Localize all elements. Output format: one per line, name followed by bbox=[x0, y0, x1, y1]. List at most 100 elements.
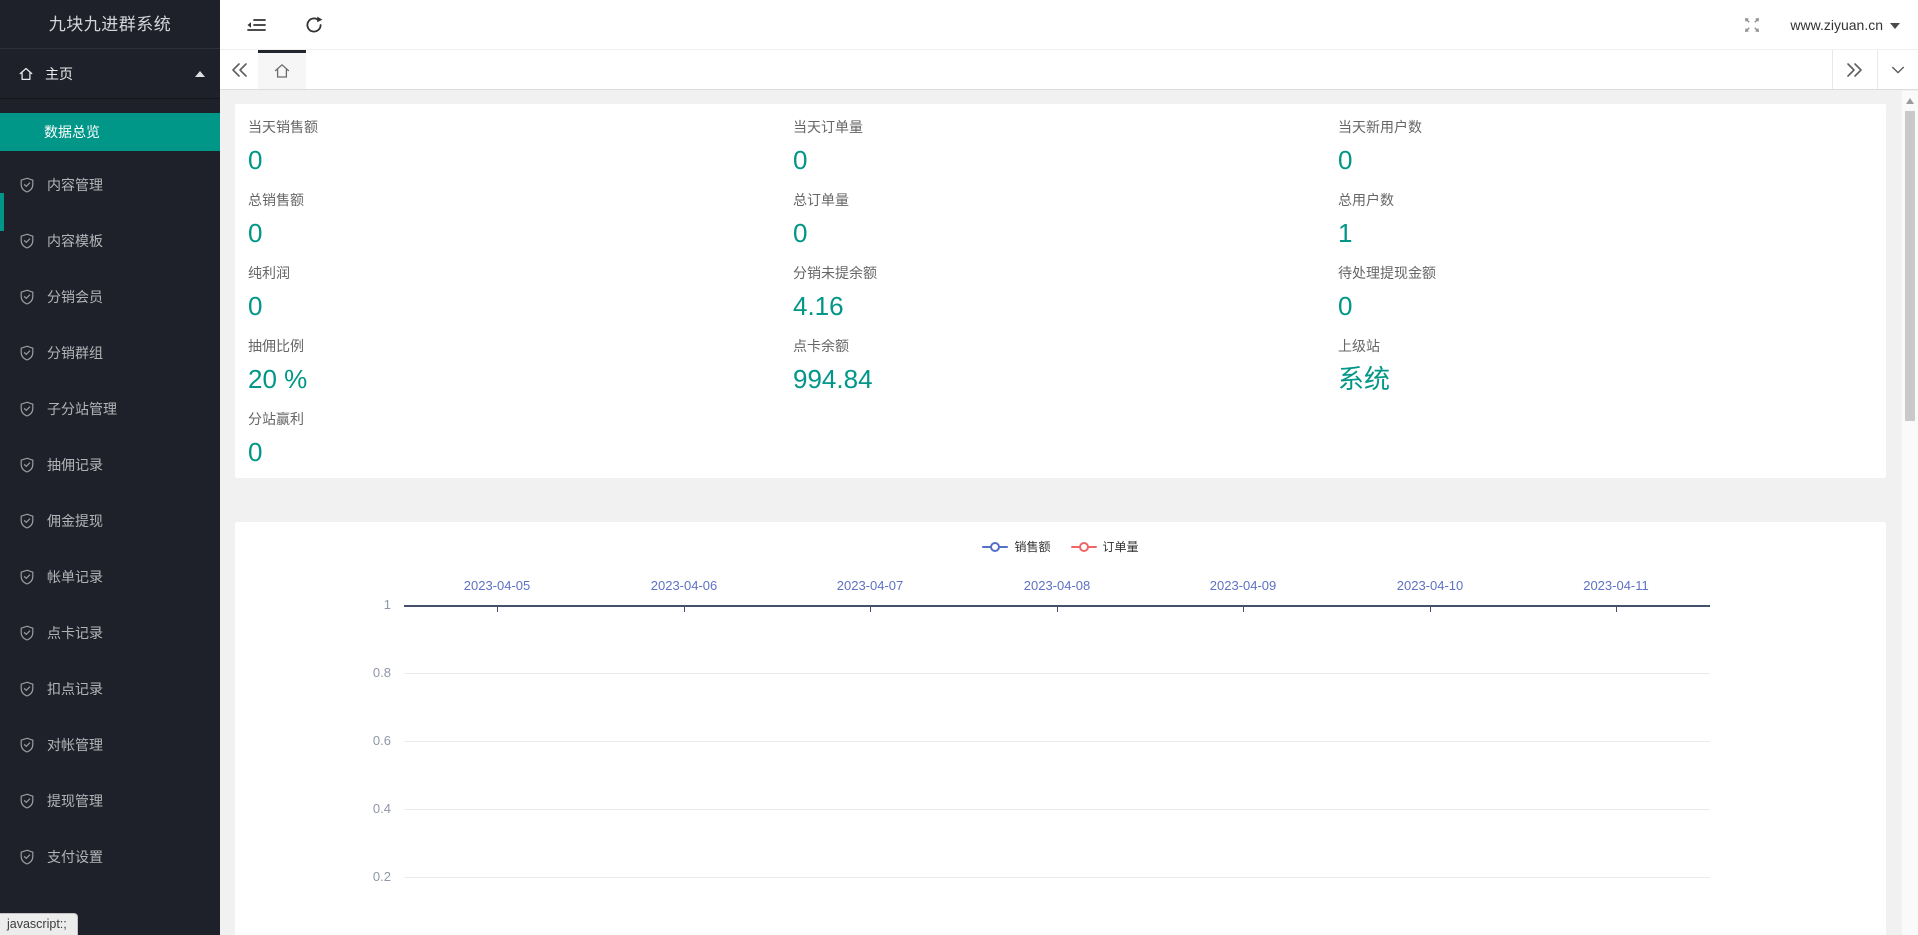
sidebar-item-home[interactable]: 主页 bbox=[0, 49, 220, 99]
sidebar-item[interactable]: 内容模板 bbox=[0, 213, 220, 269]
shield-check-icon bbox=[19, 457, 35, 473]
x-axis-label: 2023-04-05 bbox=[464, 578, 531, 593]
x-axis-label: 2023-04-09 bbox=[1210, 578, 1277, 593]
tab-home[interactable] bbox=[258, 50, 306, 89]
sidebar-item[interactable]: 分销群组 bbox=[0, 325, 220, 381]
sidebar-item[interactable]: 提现管理 bbox=[0, 773, 220, 829]
sidebar-item[interactable]: 帐单记录 bbox=[0, 549, 220, 605]
sidebar-item[interactable]: 佣金提现 bbox=[0, 493, 220, 549]
stat-today-new-users: 当天新用户数 0 bbox=[1338, 117, 1838, 190]
status-bar-link-preview: javascript:; bbox=[0, 913, 78, 935]
stat-commission-rate: 抽佣比例 20 % bbox=[248, 336, 748, 409]
sidebar-item[interactable]: 点卡记录 bbox=[0, 605, 220, 661]
sidebar-item[interactable]: 支付设置 bbox=[0, 829, 220, 885]
stat-today-orders: 当天订单量 0 bbox=[793, 117, 1293, 190]
chevron-down-icon bbox=[1890, 63, 1906, 77]
tab-bar bbox=[220, 50, 1918, 90]
top-navbar: www.ziyuan.cn bbox=[220, 0, 1918, 50]
stat-net-profit: 纯利润 0 bbox=[248, 263, 748, 336]
y-axis-label: 0.4 bbox=[347, 800, 391, 818]
stat-card-balance: 点卡余额 994.84 bbox=[793, 336, 1293, 409]
sidebar-item[interactable]: 对帐管理 bbox=[0, 717, 220, 773]
x-axis-label: 2023-04-07 bbox=[837, 578, 904, 593]
axis-tick bbox=[1057, 607, 1058, 612]
stat-pending-withdrawal: 待处理提现金额 0 bbox=[1338, 263, 1838, 336]
line-marker-icon bbox=[982, 542, 1008, 552]
app-title: 九块九进群系统 bbox=[0, 0, 220, 49]
shield-check-icon bbox=[19, 849, 35, 865]
y-axis-label: 0.8 bbox=[347, 664, 391, 682]
shield-check-icon bbox=[19, 177, 35, 193]
app-window: 九块九进群系统 主页 数据总览 内容管理 内容模板 分销会员 分销群组 子分站管… bbox=[0, 0, 1918, 935]
axis-tick bbox=[684, 607, 685, 612]
collapse-caret-icon[interactable] bbox=[195, 71, 205, 77]
shield-check-icon bbox=[19, 737, 35, 753]
sidebar-item[interactable]: 分销会员 bbox=[0, 269, 220, 325]
stats-column-2: 当天订单量 0 总订单量 0 分销未提余额 4.16 点卡余额 994.84 bbox=[793, 117, 1293, 409]
legend-item-orders[interactable]: 订单量 bbox=[1071, 538, 1139, 555]
stat-substation-profit: 分站赢利 0 bbox=[248, 409, 748, 482]
sidebar-item-data-overview[interactable]: 数据总览 bbox=[0, 113, 220, 151]
refresh-button[interactable] bbox=[292, 0, 336, 50]
gridline bbox=[404, 673, 1710, 674]
chart-legend: 销售额 订单量 bbox=[235, 538, 1886, 555]
domain-dropdown[interactable]: www.ziyuan.cn bbox=[1782, 0, 1908, 50]
x-axis-label: 2023-04-11 bbox=[1583, 578, 1649, 593]
tabs-menu-button[interactable] bbox=[1877, 50, 1918, 89]
sidebar-item[interactable]: 扣点记录 bbox=[0, 661, 220, 717]
content-scrollbar bbox=[1902, 91, 1918, 935]
sidebar-scrollbar-thumb[interactable] bbox=[0, 193, 4, 231]
sidebar-toggle-icon bbox=[245, 16, 267, 34]
chart-card: 销售额 订单量 2023-04-05 2023-04-06 2023-04-07… bbox=[235, 522, 1886, 935]
domain-label: www.ziyuan.cn bbox=[1790, 17, 1883, 33]
home-tab-icon bbox=[273, 62, 291, 80]
axis-tick bbox=[1430, 607, 1431, 612]
home-icon bbox=[18, 66, 34, 82]
axis-tick bbox=[1616, 607, 1617, 612]
double-chevron-left-icon bbox=[230, 62, 248, 78]
tabs-scroll-right-button[interactable] bbox=[1832, 50, 1877, 89]
axis-tick bbox=[1243, 607, 1244, 612]
gridline bbox=[404, 809, 1710, 810]
sidebar-item[interactable]: 抽佣记录 bbox=[0, 437, 220, 493]
stat-total-sales: 总销售额 0 bbox=[248, 190, 748, 263]
stats-card: 当天销售额 0 总销售额 0 纯利润 0 抽佣比例 20 % 分站赢利 0 当天 bbox=[235, 104, 1886, 478]
tabs-scroll-left-button[interactable] bbox=[220, 50, 258, 89]
y-axis-label: 1 bbox=[347, 596, 391, 614]
stats-column-3: 当天新用户数 0 总用户数 1 待处理提现金额 0 上级站 系统 bbox=[1338, 117, 1838, 409]
legend-item-sales[interactable]: 销售额 bbox=[982, 538, 1050, 555]
stat-parent-station: 上级站 系统 bbox=[1338, 336, 1838, 409]
shield-check-icon bbox=[19, 681, 35, 697]
line-marker-icon bbox=[1071, 542, 1097, 552]
sidebar-home-label: 主页 bbox=[45, 64, 73, 84]
stat-today-sales: 当天销售额 0 bbox=[248, 117, 748, 190]
shield-check-icon bbox=[19, 345, 35, 361]
fullscreen-button[interactable] bbox=[1732, 0, 1772, 50]
y-axis-label: 0.6 bbox=[347, 732, 391, 750]
sidebar-item[interactable]: 子分站管理 bbox=[0, 381, 220, 437]
axis-tick bbox=[870, 607, 871, 612]
double-chevron-right-icon bbox=[1846, 62, 1864, 78]
scroll-up-arrow[interactable] bbox=[1906, 98, 1914, 104]
shield-check-icon bbox=[19, 625, 35, 641]
scrollbar-thumb[interactable] bbox=[1905, 111, 1915, 421]
stats-column-1: 当天销售额 0 总销售额 0 纯利润 0 抽佣比例 20 % 分站赢利 0 bbox=[248, 117, 748, 482]
sidebar-item[interactable]: 内容管理 bbox=[0, 157, 220, 213]
gridline bbox=[404, 877, 1710, 878]
shield-check-icon bbox=[19, 401, 35, 417]
fullscreen-icon bbox=[1743, 16, 1761, 34]
gridline bbox=[404, 741, 1710, 742]
shield-check-icon bbox=[19, 233, 35, 249]
sidebar: 九块九进群系统 主页 数据总览 内容管理 内容模板 分销会员 分销群组 子分站管… bbox=[0, 0, 220, 935]
sidebar-menu: 内容管理 内容模板 分销会员 分销群组 子分站管理 抽佣记录 佣金提现 帐单记录… bbox=[0, 157, 220, 885]
axis-tick bbox=[497, 607, 498, 612]
shield-check-icon bbox=[19, 289, 35, 305]
stat-total-orders: 总订单量 0 bbox=[793, 190, 1293, 263]
shield-check-icon bbox=[19, 513, 35, 529]
refresh-icon bbox=[304, 15, 324, 35]
x-axis-label: 2023-04-06 bbox=[651, 578, 718, 593]
stat-unwithdrawn-balance: 分销未提余额 4.16 bbox=[793, 263, 1293, 336]
chevron-down-icon bbox=[1890, 23, 1900, 29]
shield-check-icon bbox=[19, 793, 35, 809]
sidebar-toggle-button[interactable] bbox=[234, 0, 278, 50]
